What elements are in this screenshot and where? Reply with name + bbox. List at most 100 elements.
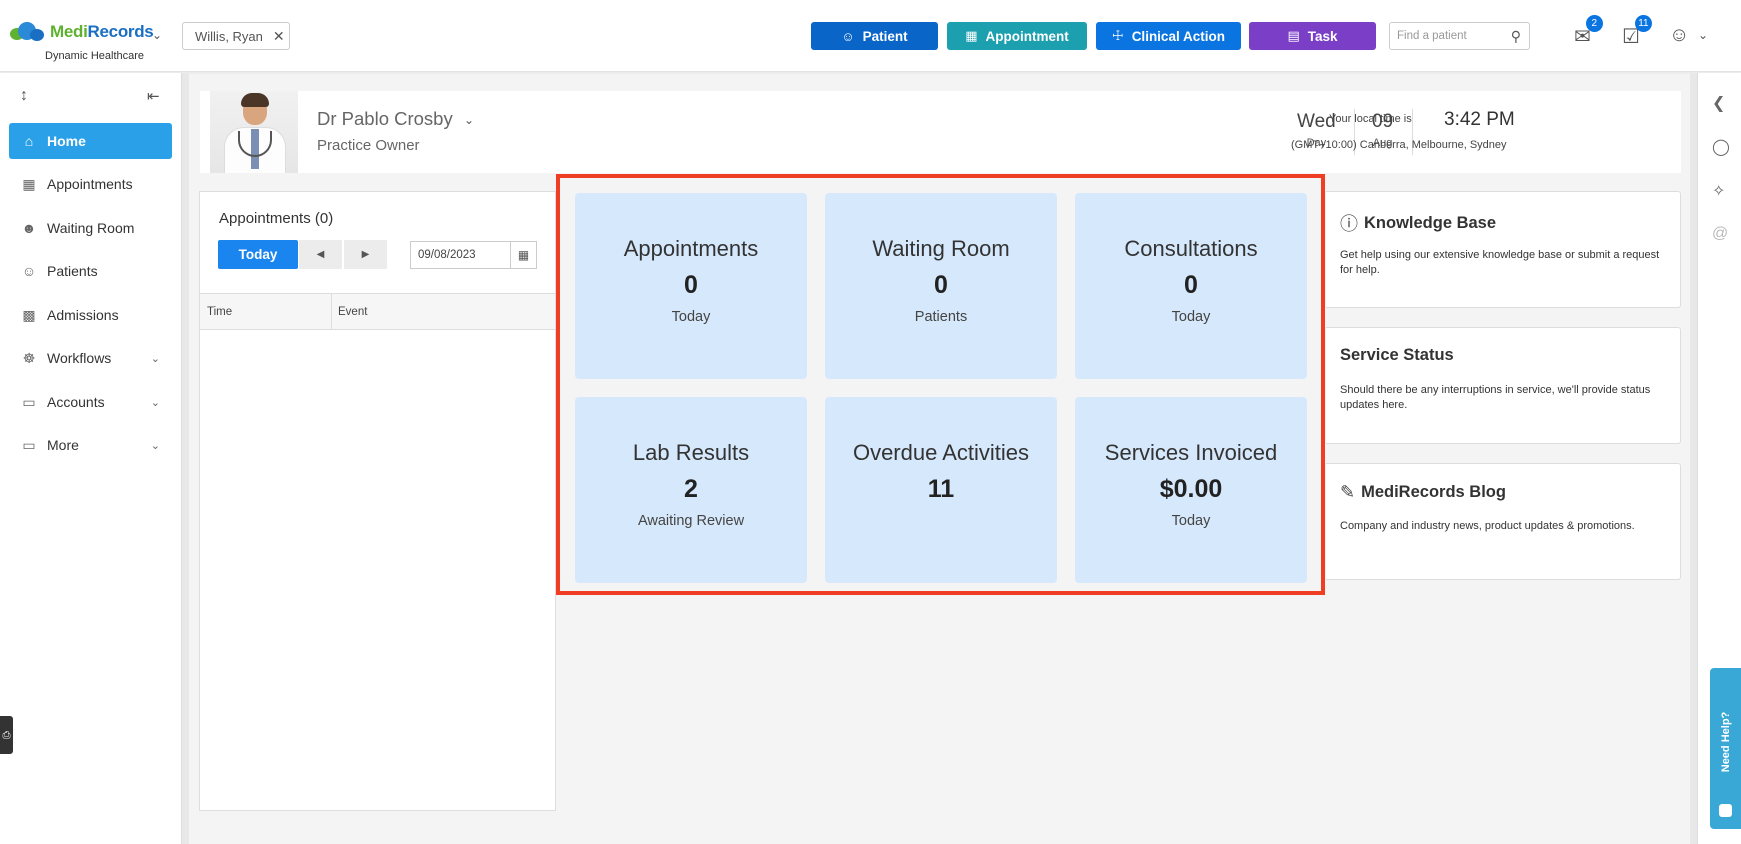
stat-card-overdue-activities[interactable]: Overdue Activities 11 xyxy=(825,397,1057,583)
sidebar-item-accounts[interactable]: ▭ Accounts ⌄ xyxy=(9,384,172,420)
sidebar-item-workflows[interactable]: ☸ Workflows ⌄ xyxy=(9,340,172,376)
close-icon[interactable]: ✕ xyxy=(273,28,285,45)
stat-card-waiting-room[interactable]: Waiting Room 0 Patients xyxy=(825,193,1057,379)
profile-bar: Dr Pablo Crosby ⌄ Practice Owner Wed Day… xyxy=(200,91,1681,173)
stat-title: Services Invoiced xyxy=(1104,440,1278,465)
previous-day-button[interactable]: ◀ xyxy=(299,240,342,269)
stat-subtitle: Today xyxy=(671,309,711,325)
selected-patient-chip[interactable]: Willis, Ryan ✕ xyxy=(182,22,290,50)
sidebar-item-home[interactable]: ⌂ Home xyxy=(9,123,172,159)
print-icon[interactable]: ⎙ xyxy=(0,716,13,754)
collapse-sidebar-icon[interactable]: ⇤ xyxy=(147,87,160,105)
sidebar-item-more[interactable]: ▭ More ⌄ xyxy=(9,427,172,463)
sidebar-item-label: More xyxy=(47,437,79,453)
folder-plus-icon: ▭ xyxy=(22,436,36,453)
appointments-panel: Appointments (0) Today ◀ ▶ 09/08/2023 ▦ … xyxy=(199,191,556,811)
appointments-table-header: Time Event xyxy=(200,293,555,330)
stat-subtitle: Awaiting Review xyxy=(637,513,745,529)
mail-icon[interactable]: ✉ 2 xyxy=(1574,15,1603,49)
chevron-down-icon[interactable]: ⌄ xyxy=(152,28,162,42)
cloud-logo-icon xyxy=(10,22,44,42)
calendar-plus-icon: ▦ xyxy=(965,28,978,43)
sidebar-tools: ↕ ⇤ xyxy=(0,73,181,123)
knowledge-base-description: Get help using our extensive knowledge b… xyxy=(1340,249,1660,276)
sidebar-item-label: Workflows xyxy=(47,350,112,366)
blog-card[interactable]: ✎ MediRecords Blog Company and industry … xyxy=(1326,463,1681,580)
reorder-icon[interactable]: ↕ xyxy=(20,87,28,105)
timezone-label: (GMT+10:00) Canberra, Melbourne, Sydney xyxy=(1291,139,1507,151)
stat-card-services-invoiced[interactable]: Services Invoiced $0.00 Today xyxy=(1075,397,1307,583)
new-appointment-button[interactable]: ▦ Appointment xyxy=(947,22,1087,50)
doctor-role: Practice Owner xyxy=(317,137,420,154)
doctor-name[interactable]: Dr Pablo Crosby xyxy=(317,108,453,130)
stat-value: 2 xyxy=(684,475,698,503)
stat-subtitle: Today xyxy=(1171,513,1211,529)
search-icon[interactable]: ⚲ xyxy=(1511,28,1521,45)
column-header-event[interactable]: Event xyxy=(338,306,367,318)
chevron-down-icon[interactable]: ⌄ xyxy=(1698,28,1708,42)
date-picker-input[interactable]: 09/08/2023 ▦ xyxy=(410,241,537,269)
at-icon[interactable]: @ xyxy=(1712,225,1728,243)
need-help-label: Need Help? xyxy=(1720,711,1732,773)
stat-card-consultations[interactable]: Consultations 0 Today xyxy=(1075,193,1307,379)
logo-text: MediRecords xyxy=(50,22,154,41)
service-status-description: Should there be any interruptions in ser… xyxy=(1340,384,1651,411)
stat-card-lab-results[interactable]: Lab Results 2 Awaiting Review xyxy=(575,397,807,583)
calendar-icon[interactable]: ▦ xyxy=(510,242,536,268)
appointments-title: Appointments (0) xyxy=(219,210,334,227)
sidebar-item-label: Patients xyxy=(47,263,98,279)
home-icon: ⌂ xyxy=(24,133,34,149)
new-task-button[interactable]: ▤ Task xyxy=(1249,22,1376,50)
blog-title: ✎ MediRecords Blog xyxy=(1340,482,1506,502)
chevron-down-icon: ⌄ xyxy=(150,439,160,452)
sidebar-scrollbar[interactable] xyxy=(182,73,189,844)
medirecords-logo[interactable]: MediRecords xyxy=(10,22,154,42)
user-account-icon[interactable]: ☺ xyxy=(1669,24,1689,47)
chevron-down-icon: ⌄ xyxy=(150,352,160,365)
medical-case-icon: ☩ xyxy=(1112,28,1124,43)
today-button[interactable]: Today xyxy=(218,240,298,269)
stat-value: 0 xyxy=(684,271,698,299)
task-button-label: Task xyxy=(1307,28,1338,44)
sidebar-item-appointments[interactable]: ▦ Appointments xyxy=(9,166,172,202)
stat-title: Appointments xyxy=(623,236,759,261)
stat-value: 0 xyxy=(934,271,948,299)
stat-value: 0 xyxy=(1184,271,1198,299)
stat-subtitle: Today xyxy=(1171,309,1211,325)
service-status-card[interactable]: Service Status Should there be any inter… xyxy=(1326,327,1681,444)
patient-search-input[interactable]: Find a patient ⚲ xyxy=(1389,22,1530,50)
tasks-badge: 11 xyxy=(1634,15,1652,32)
next-day-button[interactable]: ▶ xyxy=(344,240,387,269)
pin-icon[interactable]: ✧ xyxy=(1712,181,1725,201)
sidebar-item-label: Admissions xyxy=(47,307,119,323)
sidebar-item-waiting-room[interactable]: ☻ Waiting Room xyxy=(9,210,172,246)
need-help-button[interactable]: Need Help? xyxy=(1710,668,1741,829)
edit-icon: ✎ xyxy=(1340,482,1356,502)
chevron-down-icon[interactable]: ⌄ xyxy=(464,113,474,127)
stat-title: Lab Results xyxy=(632,440,750,465)
folder-icon: ▭ xyxy=(22,393,36,410)
tasks-calendar-icon[interactable]: ☑ 11 xyxy=(1622,15,1652,49)
patient-chip-label: Willis, Ryan xyxy=(195,28,263,44)
local-time-value: 3:42 PM xyxy=(1444,109,1515,130)
workflow-icon: ☸ xyxy=(22,349,36,366)
knowledge-base-card[interactable]: ⓘ Knowledge Base Get help using our exte… xyxy=(1326,191,1681,308)
logo-subtitle: Dynamic Healthcare xyxy=(45,50,145,62)
chat-icon xyxy=(1719,804,1732,817)
avatar[interactable] xyxy=(210,91,298,173)
chevron-left-icon[interactable]: ❮ xyxy=(1712,93,1725,113)
chat-icon[interactable]: ◯ xyxy=(1712,137,1730,157)
sidebar-item-patients[interactable]: ☺ Patients xyxy=(9,253,172,289)
stat-card-appointments[interactable]: Appointments 0 Today xyxy=(575,193,807,379)
date-value: 09/08/2023 xyxy=(418,249,476,261)
sidebar-item-admissions[interactable]: ▩ Admissions xyxy=(9,297,172,333)
user-plus-icon: ☺ xyxy=(841,28,855,44)
clinical-action-button[interactable]: ☩ Clinical Action xyxy=(1096,22,1241,50)
new-patient-button[interactable]: ☺ Patient xyxy=(811,22,938,50)
stat-value: 11 xyxy=(927,475,955,503)
building-icon: ▩ xyxy=(22,306,36,323)
column-header-time[interactable]: Time xyxy=(207,306,232,318)
chevron-down-icon: ⌄ xyxy=(150,396,160,409)
service-status-title: Service Status xyxy=(1340,346,1454,364)
sidebar-item-label: Waiting Room xyxy=(47,220,135,236)
